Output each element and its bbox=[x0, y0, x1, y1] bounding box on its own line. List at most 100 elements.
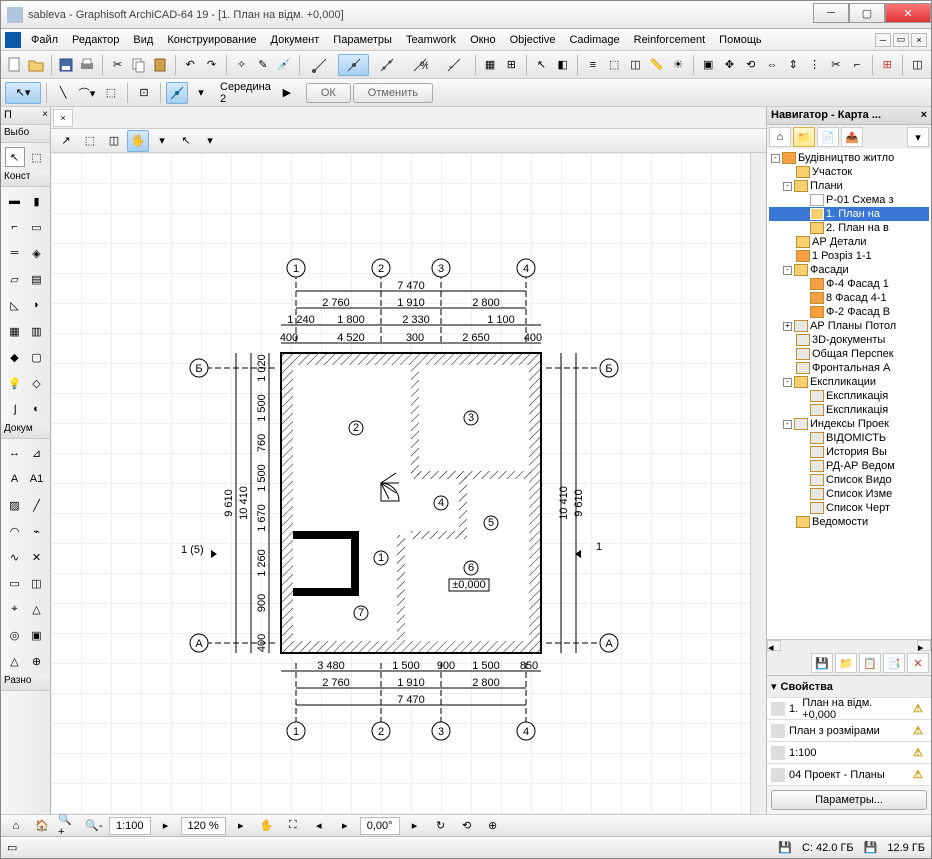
tree-node[interactable]: Список Черт bbox=[769, 501, 929, 515]
menu-help[interactable]: Помощь bbox=[712, 31, 769, 49]
slab-tool[interactable]: ▱ bbox=[5, 269, 25, 289]
hotspot-tool[interactable]: ✕ bbox=[27, 547, 47, 567]
trace-drop-button[interactable]: 🖐 bbox=[127, 130, 149, 152]
lamp-tool[interactable]: 💡 bbox=[5, 373, 25, 393]
split-button[interactable]: ✂ bbox=[826, 54, 845, 76]
prop-viewid[interactable]: 1.План на відм. +0,000⚠ bbox=[767, 698, 931, 720]
copy-button[interactable] bbox=[129, 54, 148, 76]
params-button[interactable]: Параметры... bbox=[771, 790, 927, 810]
nav-new-folder[interactable]: 📁 bbox=[835, 653, 857, 673]
geom-line-button[interactable]: ╲ bbox=[52, 82, 74, 104]
nav-tab-view[interactable]: 📁 bbox=[793, 127, 815, 147]
tree-node[interactable]: Експликація bbox=[769, 403, 929, 417]
undo-button[interactable]: ↶ bbox=[181, 54, 200, 76]
tree-node[interactable]: Р-01 Схема з bbox=[769, 193, 929, 207]
angle-field[interactable]: 0,00° bbox=[360, 817, 400, 835]
snap-dist-button[interactable] bbox=[438, 54, 469, 76]
multiply-button[interactable]: ⋮ bbox=[805, 54, 824, 76]
maximize-button[interactable]: ▢ bbox=[849, 3, 885, 23]
tree-node[interactable]: Ф-4 Фасад 1 bbox=[769, 277, 929, 291]
pan-button[interactable]: ✋ bbox=[256, 815, 278, 837]
polyline-tool[interactable]: ⌁ bbox=[27, 521, 47, 541]
cut-button[interactable]: ✂ bbox=[108, 54, 127, 76]
morph-tool[interactable]: ◆ bbox=[5, 347, 25, 367]
print-button[interactable] bbox=[78, 54, 97, 76]
play-button[interactable]: ▶ bbox=[276, 82, 298, 104]
view-home-button[interactable]: 🏠 bbox=[31, 815, 53, 837]
wall-end-tool[interactable]: ◐ bbox=[27, 399, 47, 419]
grid-tool[interactable]: ⊕ bbox=[27, 651, 47, 671]
section-button[interactable]: ◫ bbox=[626, 54, 645, 76]
menu-objective[interactable]: Objective bbox=[503, 31, 563, 49]
shell-tool[interactable]: ◗ bbox=[27, 295, 47, 315]
view-3d-button[interactable]: ⌂ bbox=[5, 815, 27, 837]
zone-tool[interactable]: ▢ bbox=[27, 347, 47, 367]
menu-document[interactable]: Документ bbox=[264, 31, 327, 49]
menu-file[interactable]: Файл bbox=[24, 31, 65, 49]
cancel-button[interactable]: Отменить bbox=[353, 83, 433, 103]
drawing-tool[interactable]: ◫ bbox=[27, 573, 47, 593]
trace-rect-button[interactable]: ⬚ bbox=[79, 130, 101, 152]
nav-tab-layout[interactable]: 📄 bbox=[817, 127, 839, 147]
menu-cadimage[interactable]: Cadimage bbox=[562, 31, 626, 49]
label-tool[interactable]: A1 bbox=[27, 469, 47, 489]
vscrollbar[interactable] bbox=[750, 153, 766, 814]
tree-node[interactable]: АР Детали bbox=[769, 235, 929, 249]
drawing-canvas[interactable]: 1 2 3 4 5 6 7 ±0,000 bbox=[51, 153, 766, 814]
scale-field[interactable]: 1:100 bbox=[109, 817, 151, 835]
curtain-tool[interactable]: ▥ bbox=[27, 321, 47, 341]
rot3-button[interactable]: ⊕ bbox=[482, 815, 504, 837]
mesh-tool[interactable]: ▦ bbox=[5, 321, 25, 341]
nav-clone[interactable]: 📋 bbox=[859, 653, 881, 673]
snap-percent-button[interactable]: % bbox=[405, 54, 436, 76]
menu-options[interactable]: Параметры bbox=[326, 31, 399, 49]
prop-penset[interactable]: 04 Проект - Планы⚠ bbox=[767, 764, 931, 786]
tree-node[interactable]: Експликація bbox=[769, 389, 929, 403]
tree-node[interactable]: РД-АР Ведом bbox=[769, 459, 929, 473]
tree-node[interactable]: 1. План на bbox=[769, 207, 929, 221]
layers-button[interactable]: ≡ bbox=[583, 54, 602, 76]
prop-layers[interactable]: План з розмірами⚠ bbox=[767, 720, 931, 742]
nav-popup-button[interactable]: ▾ bbox=[907, 127, 929, 147]
stair-tool[interactable]: ▤ bbox=[27, 269, 47, 289]
tree-node[interactable]: Ф-2 Фасад В bbox=[769, 305, 929, 319]
menu-teamwork[interactable]: Teamwork bbox=[399, 31, 463, 49]
extra-button[interactable]: ◫ bbox=[908, 54, 927, 76]
mdi-close[interactable]: × bbox=[911, 33, 927, 47]
grid-button[interactable]: ▦ bbox=[480, 54, 499, 76]
tree-node[interactable]: 1 Розріз 1-1 bbox=[769, 249, 929, 263]
floor-button[interactable]: ⬚ bbox=[605, 54, 624, 76]
arrow-tool-button[interactable]: ↖ bbox=[532, 54, 551, 76]
mdi-minimize[interactable]: ─ bbox=[875, 33, 891, 47]
roof-tool[interactable]: ◺ bbox=[5, 295, 25, 315]
spline-tool[interactable]: ∿ bbox=[5, 547, 25, 567]
menu-window[interactable]: Окно bbox=[463, 31, 503, 49]
props-header[interactable]: Свойства bbox=[781, 681, 833, 693]
grid-snap-button[interactable]: ⊞ bbox=[502, 54, 521, 76]
tree-node[interactable]: Ведомости bbox=[769, 515, 929, 529]
tree-node[interactable]: -Експликации bbox=[769, 375, 929, 389]
tree-node[interactable]: Список Изме bbox=[769, 487, 929, 501]
tree-node[interactable]: ВІДОМІСТЬ bbox=[769, 431, 929, 445]
menu-edit[interactable]: Редактор bbox=[65, 31, 126, 49]
trace-button[interactable]: ◧ bbox=[553, 54, 572, 76]
trim-button[interactable]: ⌐ bbox=[847, 54, 866, 76]
tree-node[interactable]: Общая Перспек bbox=[769, 347, 929, 361]
nav-tab-publisher[interactable]: 📤 bbox=[841, 127, 863, 147]
snap-divide-button[interactable] bbox=[371, 54, 402, 76]
snap-active-button[interactable] bbox=[166, 82, 188, 104]
rot2-button[interactable]: ⟲ bbox=[456, 815, 478, 837]
magic-wand-button[interactable]: ✧ bbox=[232, 54, 251, 76]
menu-view[interactable]: Вид bbox=[126, 31, 160, 49]
open-button[interactable] bbox=[26, 54, 45, 76]
door-tool[interactable]: ⌐ bbox=[5, 217, 25, 237]
tree-node[interactable]: -Фасади bbox=[769, 263, 929, 277]
close-button[interactable]: ✕ bbox=[885, 3, 931, 23]
dimension-tool[interactable]: ↔ bbox=[5, 443, 25, 463]
eyedropper-button[interactable]: ✎ bbox=[253, 54, 272, 76]
prop-scale[interactable]: 1:100⚠ bbox=[767, 742, 931, 764]
zoom-dd[interactable]: ▸ bbox=[230, 815, 252, 837]
toolbox-select-header[interactable]: Выбо bbox=[1, 127, 50, 143]
trace-copy-button[interactable]: ◫ bbox=[103, 130, 125, 152]
worksheet-tool[interactable]: ▣ bbox=[27, 625, 47, 645]
